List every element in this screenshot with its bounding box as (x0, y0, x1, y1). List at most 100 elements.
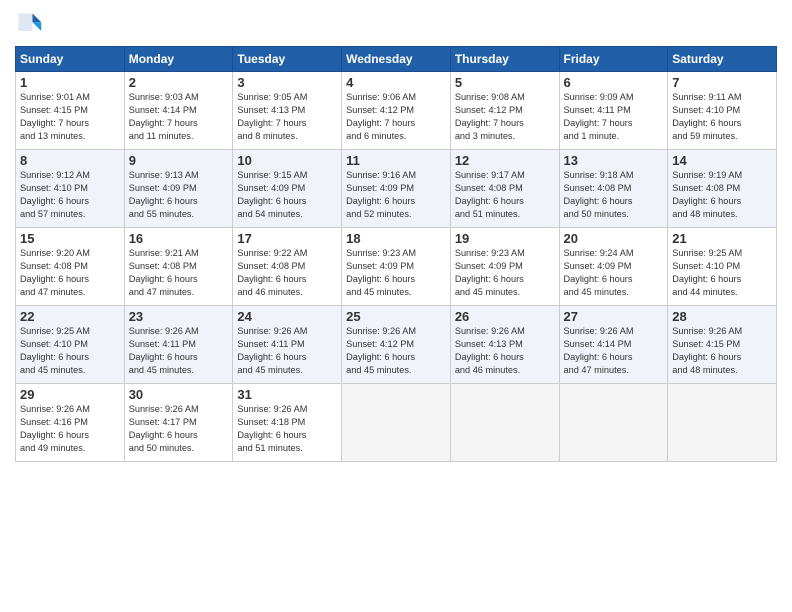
day-number: 3 (237, 75, 337, 90)
day-number: 4 (346, 75, 446, 90)
calendar-cell: 8 Sunrise: 9:12 AMSunset: 4:10 PMDaylight… (16, 150, 125, 228)
calendar-cell: 17 Sunrise: 9:22 AMSunset: 4:08 PMDayligh… (233, 228, 342, 306)
calendar-cell: 29 Sunrise: 9:26 AMSunset: 4:16 PMDayligh… (16, 384, 125, 462)
day-number: 24 (237, 309, 337, 324)
header-day: Tuesday (233, 47, 342, 72)
calendar-container: SundayMondayTuesdayWednesdayThursdayFrid… (0, 0, 792, 467)
calendar-week-row: 22Sunrise: 9:25 AMSunset: 4:10 PMDayligh… (16, 306, 777, 384)
day-number: 17 (237, 231, 337, 246)
cell-info: Sunrise: 9:11 AMSunset: 4:10 PMDaylight:… (672, 92, 741, 141)
calendar-week-row: 1 Sunrise: 9:01 AMSunset: 4:15 PMDaylight… (16, 72, 777, 150)
day-number: 23 (129, 309, 229, 324)
header-day: Wednesday (342, 47, 451, 72)
calendar-cell: 10 Sunrise: 9:15 AMSunset: 4:09 PMDayligh… (233, 150, 342, 228)
calendar-cell: 7 Sunrise: 9:11 AMSunset: 4:10 PMDaylight… (668, 72, 777, 150)
calendar-cell: 22Sunrise: 9:25 AMSunset: 4:10 PMDayligh… (16, 306, 125, 384)
day-number: 14 (672, 153, 772, 168)
day-number: 6 (564, 75, 664, 90)
cell-info: Sunrise: 9:06 AMSunset: 4:12 PMDaylight:… (346, 92, 416, 141)
cell-info: Sunrise: 9:20 AMSunset: 4:08 PMDaylight:… (20, 248, 90, 297)
cell-info: Sunrise: 9:26 AMSunset: 4:18 PMDaylight:… (237, 404, 307, 453)
day-number: 18 (346, 231, 446, 246)
header-day: Monday (124, 47, 233, 72)
calendar-cell: 26 Sunrise: 9:26 AMSunset: 4:13 PMDayligh… (450, 306, 559, 384)
cell-info: Sunrise: 9:05 AMSunset: 4:13 PMDaylight:… (237, 92, 307, 141)
logo (15, 10, 47, 38)
day-number: 19 (455, 231, 555, 246)
cell-info: Sunrise: 9:25 AMSunset: 4:10 PMDaylight:… (20, 326, 90, 375)
calendar-cell: 15 Sunrise: 9:20 AMSunset: 4:08 PMDayligh… (16, 228, 125, 306)
header-day: Sunday (16, 47, 125, 72)
day-number: 7 (672, 75, 772, 90)
calendar-cell: 18 Sunrise: 9:23 AMSunset: 4:09 PMDayligh… (342, 228, 451, 306)
calendar-table: SundayMondayTuesdayWednesdayThursdayFrid… (15, 46, 777, 462)
calendar-cell: 20Sunrise: 9:24 AMSunset: 4:09 PMDayligh… (559, 228, 668, 306)
cell-info: Sunrise: 9:26 AMSunset: 4:14 PMDaylight:… (564, 326, 634, 375)
cell-info: Sunrise: 9:22 AMSunset: 4:08 PMDaylight:… (237, 248, 307, 297)
calendar-cell: 27 Sunrise: 9:26 AMSunset: 4:14 PMDayligh… (559, 306, 668, 384)
cell-info: Sunrise: 9:15 AMSunset: 4:09 PMDaylight:… (237, 170, 307, 219)
calendar-week-row: 29 Sunrise: 9:26 AMSunset: 4:16 PMDayligh… (16, 384, 777, 462)
day-number: 31 (237, 387, 337, 402)
day-number: 21 (672, 231, 772, 246)
cell-info: Sunrise: 9:17 AMSunset: 4:08 PMDaylight:… (455, 170, 525, 219)
day-number: 29 (20, 387, 120, 402)
calendar-cell (559, 384, 668, 462)
header-day: Friday (559, 47, 668, 72)
day-number: 30 (129, 387, 229, 402)
cell-info: Sunrise: 9:23 AMSunset: 4:09 PMDaylight:… (346, 248, 416, 297)
day-number: 27 (564, 309, 664, 324)
calendar-cell: 30Sunrise: 9:26 AMSunset: 4:17 PMDayligh… (124, 384, 233, 462)
day-number: 8 (20, 153, 120, 168)
calendar-cell: 25 Sunrise: 9:26 AMSunset: 4:12 PMDayligh… (342, 306, 451, 384)
header-row: SundayMondayTuesdayWednesdayThursdayFrid… (16, 47, 777, 72)
calendar-cell: 11 Sunrise: 9:16 AMSunset: 4:09 PMDayligh… (342, 150, 451, 228)
cell-info: Sunrise: 9:26 AMSunset: 4:12 PMDaylight:… (346, 326, 416, 375)
cell-info: Sunrise: 9:16 AMSunset: 4:09 PMDaylight:… (346, 170, 416, 219)
cell-info: Sunrise: 9:09 AMSunset: 4:11 PMDaylight:… (564, 92, 634, 141)
day-number: 12 (455, 153, 555, 168)
calendar-cell: 21 Sunrise: 9:25 AMSunset: 4:10 PMDayligh… (668, 228, 777, 306)
cell-info: Sunrise: 9:13 AMSunset: 4:09 PMDaylight:… (129, 170, 199, 219)
calendar-cell: 19 Sunrise: 9:23 AMSunset: 4:09 PMDayligh… (450, 228, 559, 306)
day-number: 25 (346, 309, 446, 324)
calendar-cell: 6 Sunrise: 9:09 AMSunset: 4:11 PMDaylight… (559, 72, 668, 150)
day-number: 2 (129, 75, 229, 90)
calendar-cell: 12 Sunrise: 9:17 AMSunset: 4:08 PMDayligh… (450, 150, 559, 228)
cell-info: Sunrise: 9:26 AMSunset: 4:16 PMDaylight:… (20, 404, 90, 453)
day-number: 10 (237, 153, 337, 168)
calendar-cell: 23 Sunrise: 9:26 AMSunset: 4:11 PMDayligh… (124, 306, 233, 384)
day-number: 26 (455, 309, 555, 324)
calendar-cell: 1 Sunrise: 9:01 AMSunset: 4:15 PMDaylight… (16, 72, 125, 150)
calendar-cell: 31 Sunrise: 9:26 AMSunset: 4:18 PMDayligh… (233, 384, 342, 462)
cell-info: Sunrise: 9:26 AMSunset: 4:15 PMDaylight:… (672, 326, 742, 375)
day-number: 15 (20, 231, 120, 246)
cell-info: Sunrise: 9:08 AMSunset: 4:12 PMDaylight:… (455, 92, 525, 141)
cell-info: Sunrise: 9:19 AMSunset: 4:08 PMDaylight:… (672, 170, 742, 219)
calendar-cell: 16 Sunrise: 9:21 AMSunset: 4:08 PMDayligh… (124, 228, 233, 306)
calendar-cell: 13Sunrise: 9:18 AMSunset: 4:08 PMDayligh… (559, 150, 668, 228)
calendar-cell: 14 Sunrise: 9:19 AMSunset: 4:08 PMDayligh… (668, 150, 777, 228)
calendar-cell: 9Sunrise: 9:13 AMSunset: 4:09 PMDaylight… (124, 150, 233, 228)
calendar-cell (450, 384, 559, 462)
day-number: 5 (455, 75, 555, 90)
logo-icon (15, 10, 43, 38)
calendar-week-row: 8 Sunrise: 9:12 AMSunset: 4:10 PMDaylight… (16, 150, 777, 228)
cell-info: Sunrise: 9:25 AMSunset: 4:10 PMDaylight:… (672, 248, 742, 297)
header (15, 10, 777, 38)
day-number: 1 (20, 75, 120, 90)
cell-info: Sunrise: 9:12 AMSunset: 4:10 PMDaylight:… (20, 170, 90, 219)
calendar-cell (668, 384, 777, 462)
header-day: Saturday (668, 47, 777, 72)
day-number: 11 (346, 153, 446, 168)
cell-info: Sunrise: 9:23 AMSunset: 4:09 PMDaylight:… (455, 248, 525, 297)
cell-info: Sunrise: 9:26 AMSunset: 4:11 PMDaylight:… (129, 326, 199, 375)
cell-info: Sunrise: 9:26 AMSunset: 4:13 PMDaylight:… (455, 326, 525, 375)
day-number: 13 (564, 153, 664, 168)
day-number: 16 (129, 231, 229, 246)
calendar-cell (342, 384, 451, 462)
calendar-cell: 5 Sunrise: 9:08 AMSunset: 4:12 PMDaylight… (450, 72, 559, 150)
cell-info: Sunrise: 9:21 AMSunset: 4:08 PMDaylight:… (129, 248, 199, 297)
header-day: Thursday (450, 47, 559, 72)
cell-info: Sunrise: 9:01 AMSunset: 4:15 PMDaylight:… (20, 92, 90, 141)
